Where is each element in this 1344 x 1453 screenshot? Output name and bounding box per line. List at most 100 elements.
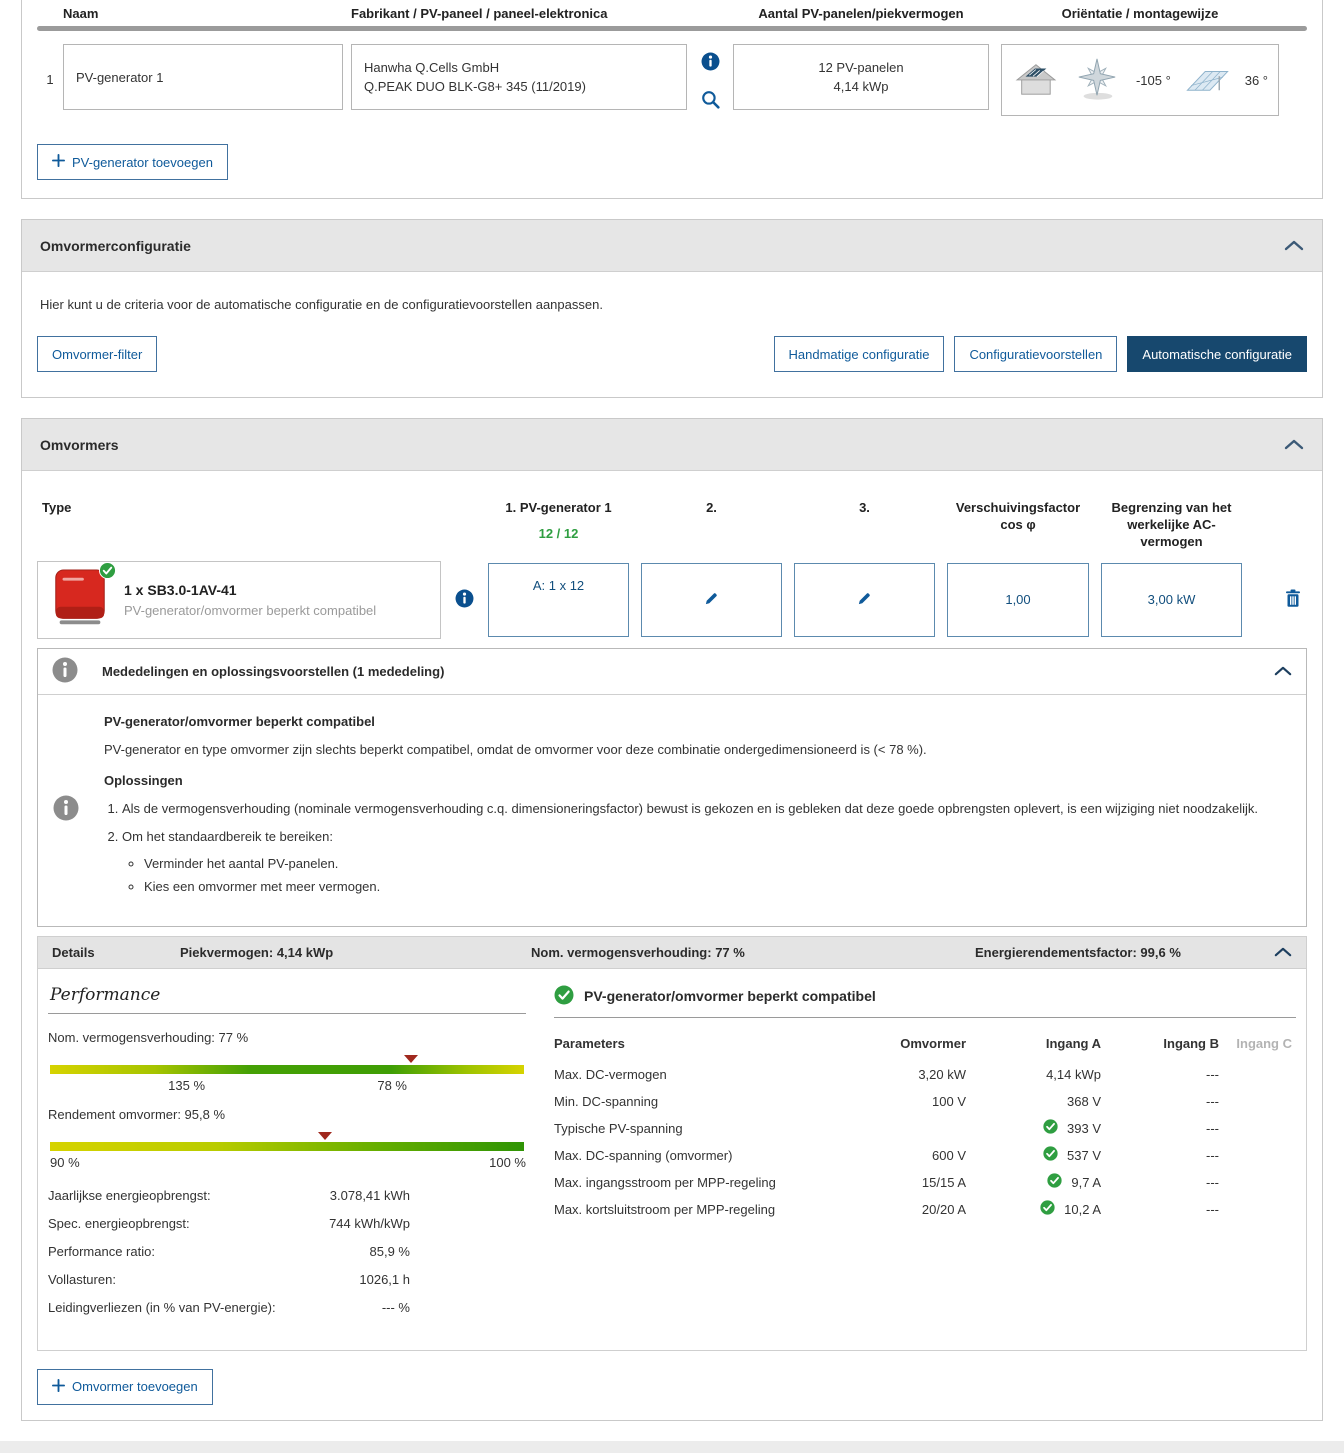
inverter-table-header: Type 1. PV-generator 1 12 / 12 2. 3. Ver… (37, 486, 1307, 561)
solution-subitem: Kies een omvormer met meer vermogen. (144, 878, 1292, 897)
panel-manufacturer: Hanwha Q.Cells GmbH (364, 60, 500, 75)
compatibility-title: PV-generator/omvormer beperkt compatibel (584, 988, 876, 1005)
messages-header[interactable]: Mededelingen en oplossingsvoorstellen (1… (38, 649, 1306, 695)
panel-select-box[interactable]: Hanwha Q.Cells GmbH Q.PEAK DUO BLK-G8+ 3… (351, 44, 687, 110)
bar-tick: 135 % (168, 1077, 206, 1093)
solution-item: Als de vermogensverhouding (nominale ver… (122, 800, 1292, 819)
section-title: Omvormers (40, 436, 119, 453)
param-row: Typische PV-spanning 393 V --- (554, 1119, 1219, 1137)
tilt-value: 36 ° (1244, 72, 1268, 88)
ratio-gradient-bar: 135 % 78 % (48, 1054, 526, 1101)
param-row: Min. DC-spanning 100 V 368 V --- (554, 1093, 1219, 1109)
column-header-generator2: 2. (706, 500, 717, 515)
param-row: Max. DC-vermogen 3,20 kW 4,14 kWp --- (554, 1066, 1219, 1082)
column-header-ac-limit: Begrenzing van het werkelijke AC-vermoge… (1111, 500, 1232, 549)
panel-count: 12 PV-panelen (818, 60, 904, 75)
inverters-section-header[interactable]: Omvormers (22, 419, 1322, 471)
peak-power: 4,14 kWp (833, 79, 889, 94)
inverter-config-section-header[interactable]: Omvormerconfiguratie (22, 220, 1322, 272)
inverter-status: PV-generator/omvormer beperkt compatibel (124, 602, 377, 618)
page-background-strip (0, 1440, 1344, 1453)
ok-check-icon (1047, 1173, 1062, 1191)
cos-phi-box[interactable]: 1,00 (947, 562, 1089, 637)
param-row: Max. kortsluitstroom per MPP-regeling 20… (554, 1200, 1219, 1217)
edit-pencil-icon (857, 591, 872, 609)
stat-row: Spec. energieopbrengst: 744 kWh/kWp (48, 1215, 410, 1231)
messages-title: Mededelingen en oplossingsvoorstellen (1… (102, 663, 445, 679)
info-icon (53, 795, 79, 824)
collapse-chevron-icon[interactable] (1274, 947, 1292, 957)
performance-title: Performance (48, 985, 526, 1014)
generator-name-field[interactable] (76, 69, 330, 85)
generator1-assignment-box[interactable]: A: 1 x 12 (488, 562, 629, 637)
plus-icon (52, 154, 65, 170)
collapse-chevron-icon[interactable] (1284, 240, 1304, 251)
bar-tick: 100 % (489, 1154, 526, 1170)
edit-pencil-icon (704, 591, 719, 609)
ok-check-icon (1043, 1119, 1058, 1137)
column-header-generator1: 1. PV-generator 1 12 / 12 (488, 500, 629, 543)
ok-check-icon (99, 561, 116, 582)
panel-count-box[interactable]: 12 PV-panelen 4,14 kWp (733, 44, 989, 110)
efficiency-gradient-bar: 90 % 100 % (48, 1131, 526, 1178)
efficiency-bar-label: Rendement omvormer: 95,8 % (48, 1106, 226, 1122)
energy-factor-summary: Energierendementsfactor: 99,6 % (975, 944, 1181, 960)
collapse-chevron-icon[interactable] (1274, 666, 1292, 676)
bar-tick: 90 % (50, 1154, 80, 1170)
column-header-aantal: Aantal PV-panelen/piekvermogen (758, 6, 964, 21)
pv-generator-row: 1 Hanwha Q.Cells GmbH Q.PEAK DUO BLK-G8+… (37, 44, 1307, 116)
solution-item: Om het standaardbereik te bereiken: Verm… (122, 828, 1292, 897)
params-table-header: Parameters Omvormer Ingang A Ingang B In… (554, 1035, 1292, 1051)
param-row: Max. DC-spanning (omvormer) 600 V 537 V … (554, 1146, 1219, 1164)
pv-generator-panel: Naam Fabrikant / PV-paneel / paneel-elek… (21, 0, 1323, 199)
delete-inverter-icon[interactable] (1285, 589, 1301, 611)
generator2-assignment-box[interactable] (641, 562, 782, 637)
stat-row: Leidingverliezen (in % van PV-energie): … (48, 1299, 410, 1315)
collapse-chevron-icon[interactable] (1284, 439, 1304, 450)
column-header-cos-phi: Verschuivingsfactor cos φ (955, 500, 1081, 532)
generator-name-input[interactable] (63, 44, 343, 110)
stat-row: Performance ratio: 85,9 % (48, 1243, 410, 1259)
add-pv-generator-button[interactable]: PV-generator toevoegen (37, 144, 228, 180)
column-header-fabrikant: Fabrikant / PV-paneel / paneel-elektroni… (351, 6, 608, 21)
messages-body: PV-generator/omvormer beperkt compatibel… (38, 695, 1306, 926)
omvormer-filter-button[interactable]: Omvormer-filter (37, 336, 158, 372)
bar-marker-icon (404, 1054, 419, 1063)
inverter-config-body: Hier kunt u de criteria voor de automati… (22, 272, 1322, 397)
performance-stats: Jaarlijkse energieopbrengst: 3.078,41 kW… (48, 1188, 526, 1315)
inverters-body: Type 1. PV-generator 1 12 / 12 2. 3. Ver… (22, 471, 1322, 1420)
column-header-naam: Naam (63, 6, 99, 21)
automatische-configuratie-button[interactable]: Automatische configuratie (1127, 336, 1307, 372)
details-bar[interactable]: Details Piekvermogen: 4,14 kWp Nom. verm… (37, 935, 1307, 969)
azimuth-value: -105 ° (1135, 72, 1171, 88)
message-heading: PV-generator/omvormer beperkt compatibel (104, 713, 375, 729)
orientation-box[interactable]: -105 ° 36 ° (1001, 44, 1279, 116)
section-title: Omvormerconfiguratie (40, 237, 191, 254)
performance-column: Performance Nom. vermogensverhouding: 77… (48, 985, 526, 1328)
table-scrollbar[interactable] (37, 26, 1307, 31)
inverters-panel: Omvormers Type 1. PV-generator 1 12 / 12… (21, 418, 1323, 1421)
tilt-panel-icon (1185, 64, 1231, 97)
param-row: Max. ingangsstroom per MPP-regeling 15/1… (554, 1173, 1219, 1191)
inverter-info-icon[interactable] (455, 589, 474, 611)
ac-limit-box[interactable]: 3,00 kW (1101, 562, 1242, 637)
handmatige-configuratie-button[interactable]: Handmatige configuratie (773, 336, 945, 372)
inverter-name: 1 x SB3.0-1AV-41 (124, 581, 237, 598)
panel-search-icon[interactable] (701, 90, 720, 112)
add-inverter-button[interactable]: Omvormer toevoegen (37, 1368, 213, 1405)
config-description: Hier kunt u de criteria voor de automati… (40, 297, 603, 312)
pv-table-header: Naam Fabrikant / PV-paneel / paneel-elek… (37, 2, 1307, 21)
panel-info-icon[interactable] (701, 52, 720, 74)
bar-tick: 78 % (377, 1077, 407, 1093)
house-roof-icon (1012, 60, 1058, 101)
generator3-assignment-box[interactable] (794, 562, 935, 637)
stat-row: Vollasturen: 1026,1 h (48, 1271, 410, 1287)
assigned-panels-count: 12 / 12 (538, 525, 579, 541)
plus-icon (52, 1378, 65, 1395)
configuratievoorstellen-button[interactable]: Configuratievoorstellen (954, 336, 1118, 372)
details-label: Details (52, 944, 95, 960)
inverter-card[interactable]: 1 x SB3.0-1AV-41 PV-generator/omvormer b… (37, 560, 441, 639)
bar-marker-icon (318, 1131, 333, 1140)
stat-row: Jaarlijkse energieopbrengst: 3.078,41 kW… (48, 1187, 410, 1203)
ok-check-icon (1043, 1146, 1058, 1164)
